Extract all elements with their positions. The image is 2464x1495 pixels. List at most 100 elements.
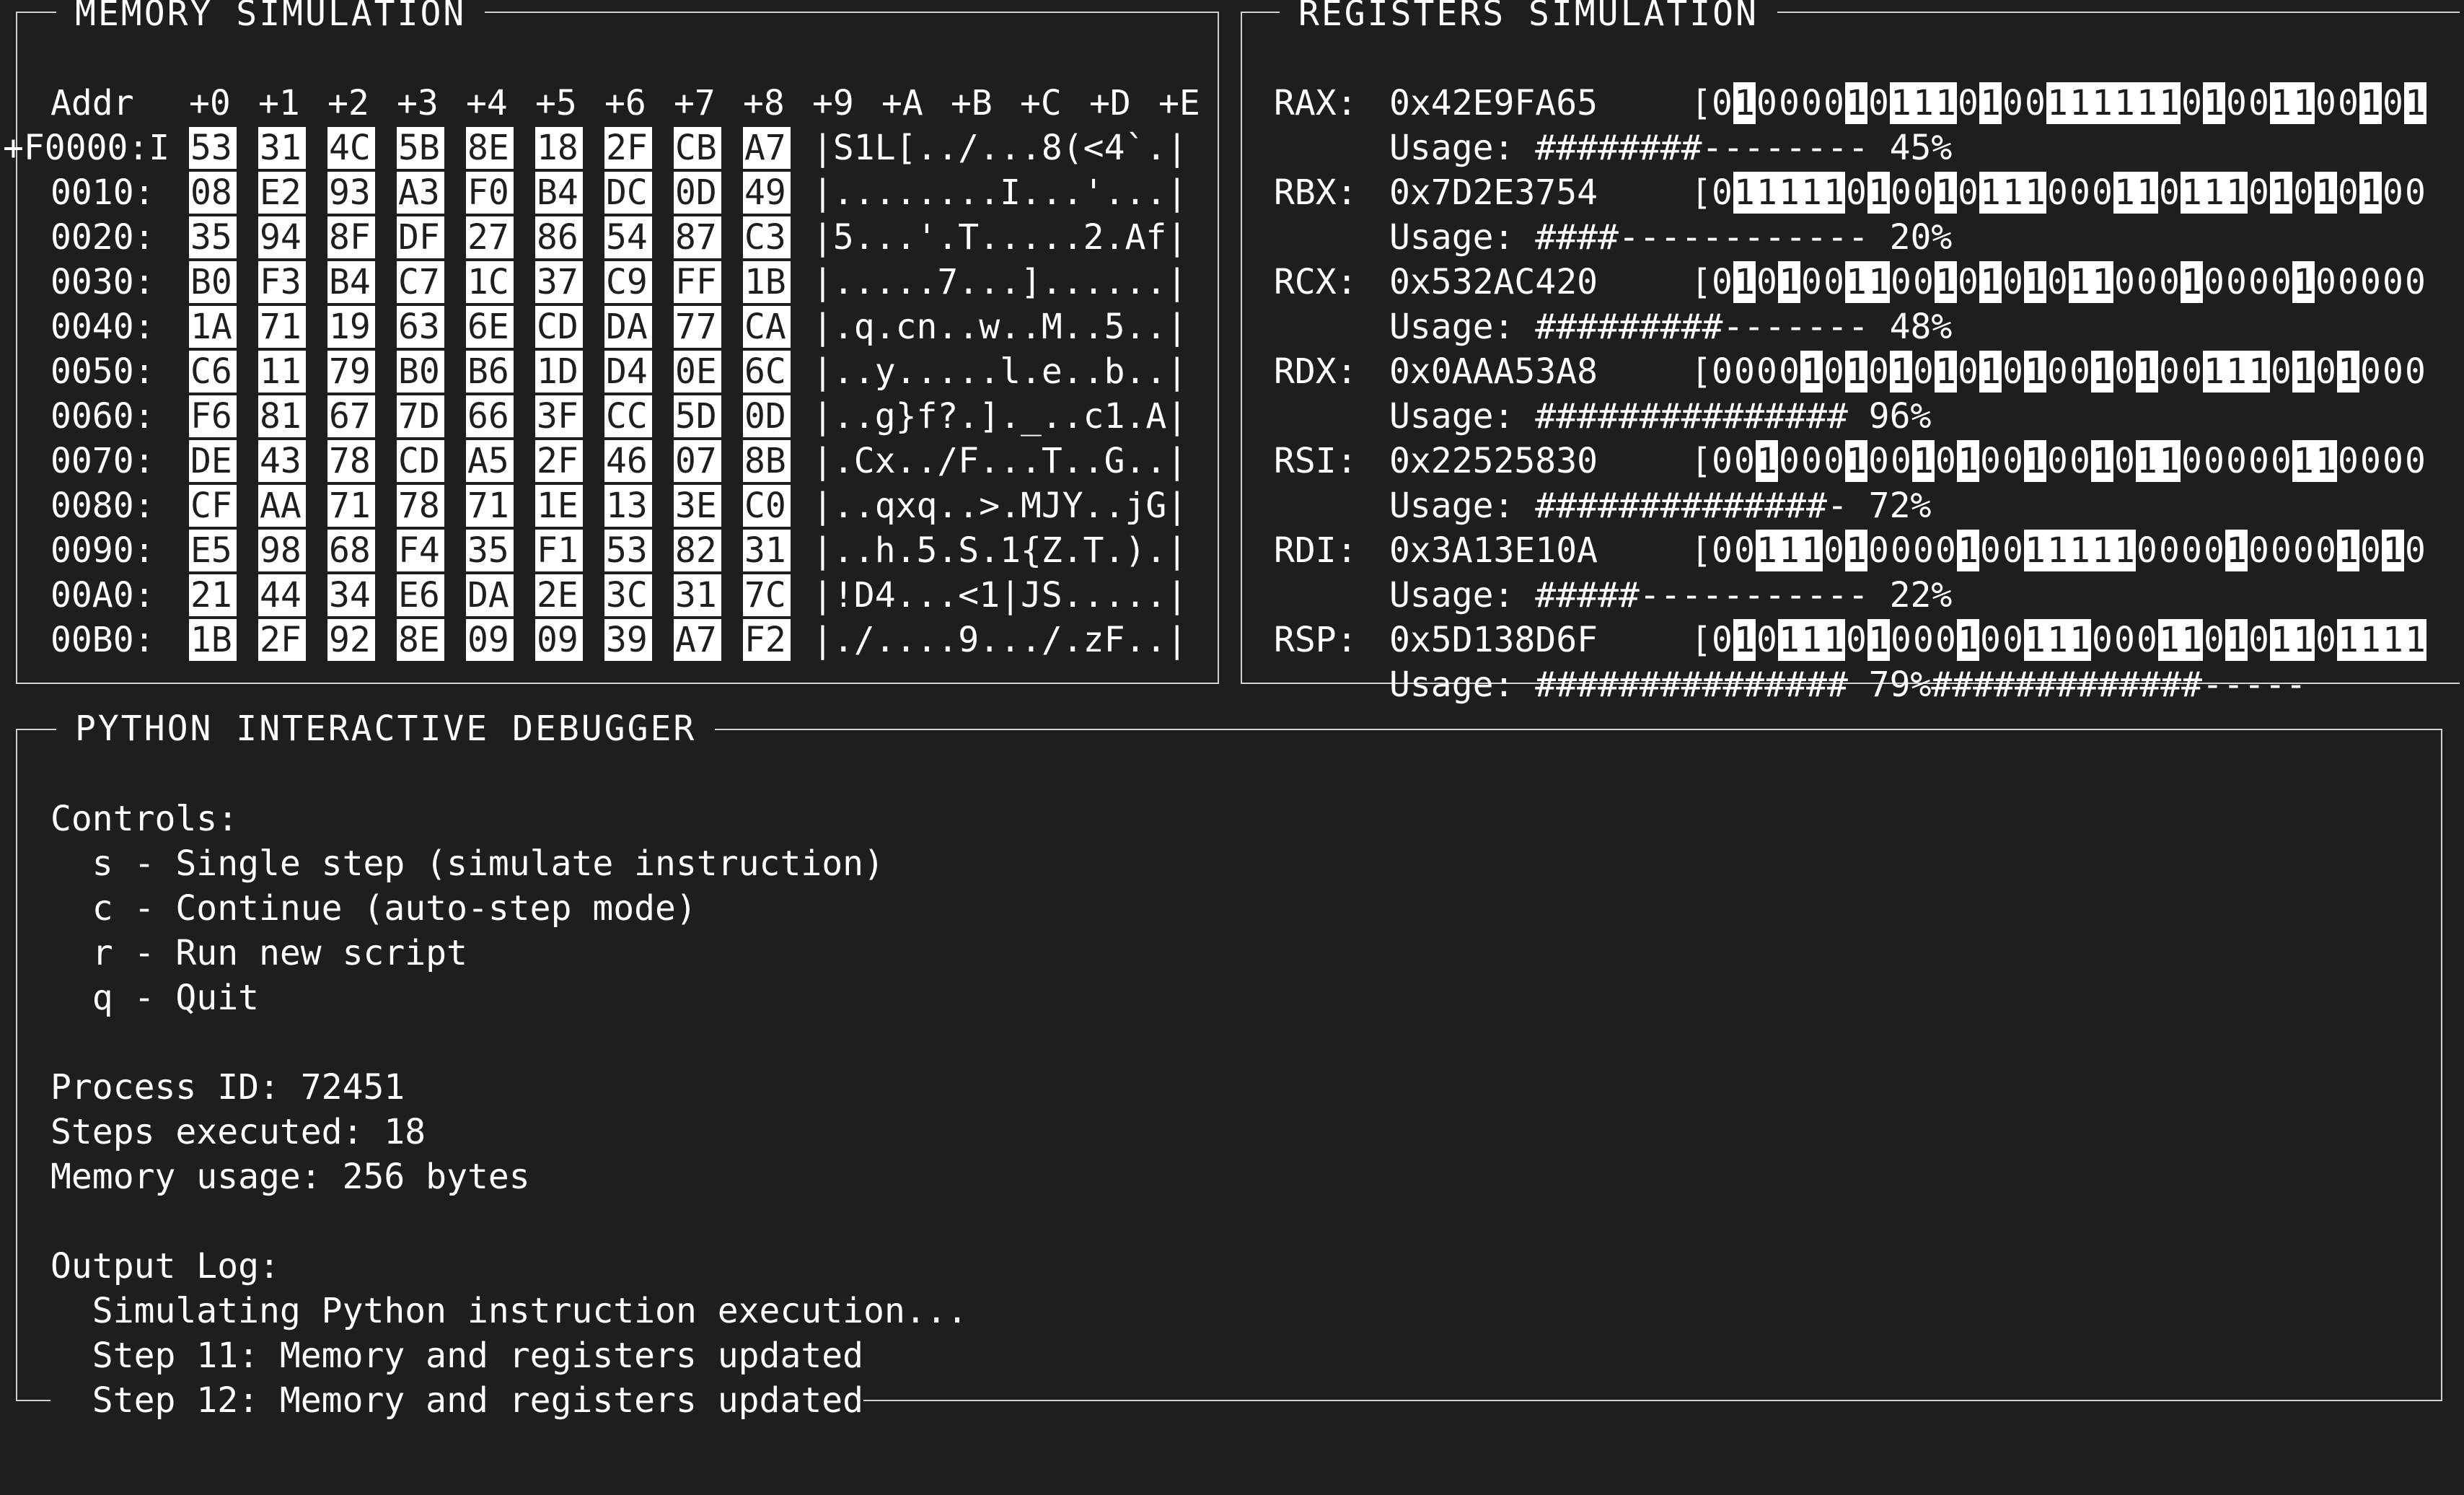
memory-byte-cell[interactable]: 0E xyxy=(674,351,721,393)
memory-byte-cell[interactable]: 92 xyxy=(327,619,375,661)
memory-byte-cell[interactable]: 53 xyxy=(189,127,237,169)
memory-byte-cell[interactable]: 0D xyxy=(743,395,791,437)
memory-byte-cell[interactable]: C7 xyxy=(397,261,444,303)
memory-byte-cell[interactable]: 8E xyxy=(466,127,514,169)
memory-byte-cell[interactable]: AA xyxy=(258,485,306,527)
memory-byte-cell[interactable]: 94 xyxy=(258,216,306,258)
memory-byte-cell[interactable]: E6 xyxy=(397,574,444,616)
memory-byte-cell[interactable]: 8F xyxy=(327,216,375,258)
memory-byte-cell[interactable]: 3F xyxy=(535,395,583,437)
memory-byte-cell[interactable]: A5 xyxy=(466,440,514,482)
memory-byte-cell[interactable]: C3 xyxy=(743,216,791,258)
memory-byte-cell[interactable]: 21 xyxy=(189,574,237,616)
memory-byte-cell[interactable]: A7 xyxy=(743,127,791,169)
memory-byte-cell[interactable]: 2E xyxy=(535,574,583,616)
memory-byte-cell[interactable]: 35 xyxy=(189,216,237,258)
memory-byte-cell[interactable]: 46 xyxy=(604,440,652,482)
memory-byte-cell[interactable]: 8E xyxy=(397,619,444,661)
memory-byte-cell[interactable]: E5 xyxy=(189,530,237,571)
memory-byte-cell[interactable]: 08 xyxy=(189,172,237,214)
memory-byte-cell[interactable]: 1B xyxy=(743,261,791,303)
memory-byte-cell[interactable]: 34 xyxy=(327,574,375,616)
memory-byte-cell[interactable]: F6 xyxy=(189,395,237,437)
memory-byte-cell[interactable]: 5D xyxy=(674,395,721,437)
memory-byte-cell[interactable]: DA xyxy=(604,306,652,348)
memory-byte-cell[interactable]: CF xyxy=(189,485,237,527)
memory-byte-cell[interactable]: 54 xyxy=(604,216,652,258)
memory-byte-cell[interactable]: 53 xyxy=(604,530,652,571)
memory-byte-cell[interactable]: 3C xyxy=(604,574,652,616)
memory-byte-cell[interactable]: D4 xyxy=(604,351,652,393)
memory-byte-cell[interactable]: 44 xyxy=(258,574,306,616)
memory-byte-cell[interactable]: 67 xyxy=(327,395,375,437)
memory-byte-cell[interactable]: 78 xyxy=(397,485,444,527)
memory-byte-cell[interactable]: 86 xyxy=(535,216,583,258)
memory-byte-cell[interactable]: 2F xyxy=(258,619,306,661)
memory-byte-cell[interactable]: DF xyxy=(397,216,444,258)
memory-byte-cell[interactable]: 43 xyxy=(258,440,306,482)
memory-byte-cell[interactable]: FF xyxy=(674,261,721,303)
memory-byte-cell[interactable]: 71 xyxy=(258,306,306,348)
memory-byte-cell[interactable]: 1E xyxy=(535,485,583,527)
memory-byte-cell[interactable]: 98 xyxy=(258,530,306,571)
memory-byte-cell[interactable]: 1D xyxy=(535,351,583,393)
memory-byte-cell[interactable]: 31 xyxy=(674,574,721,616)
memory-byte-cell[interactable]: 11 xyxy=(258,351,306,393)
memory-byte-cell[interactable]: 09 xyxy=(466,619,514,661)
memory-byte-cell[interactable]: 78 xyxy=(327,440,375,482)
memory-byte-cell[interactable]: B4 xyxy=(327,261,375,303)
memory-byte-cell[interactable]: 1A xyxy=(189,306,237,348)
memory-byte-cell[interactable]: 6E xyxy=(466,306,514,348)
memory-byte-cell[interactable]: 49 xyxy=(743,172,791,214)
memory-byte-cell[interactable]: F4 xyxy=(397,530,444,571)
memory-byte-cell[interactable]: 7D xyxy=(397,395,444,437)
memory-byte-cell[interactable]: 31 xyxy=(743,530,791,571)
memory-byte-cell[interactable]: E2 xyxy=(258,172,306,214)
memory-byte-cell[interactable]: 39 xyxy=(604,619,652,661)
memory-byte-cell[interactable]: 27 xyxy=(466,216,514,258)
memory-byte-cell[interactable]: 6C xyxy=(743,351,791,393)
memory-byte-cell[interactable]: 71 xyxy=(327,485,375,527)
memory-byte-cell[interactable]: 2F xyxy=(535,440,583,482)
memory-byte-cell[interactable]: 1C xyxy=(466,261,514,303)
memory-byte-cell[interactable]: 2F xyxy=(604,127,652,169)
memory-byte-cell[interactable]: 82 xyxy=(674,530,721,571)
memory-byte-cell[interactable]: 13 xyxy=(604,485,652,527)
memory-byte-cell[interactable]: DE xyxy=(189,440,237,482)
memory-byte-cell[interactable]: B4 xyxy=(535,172,583,214)
memory-byte-cell[interactable]: F3 xyxy=(258,261,306,303)
memory-byte-cell[interactable]: 18 xyxy=(535,127,583,169)
memory-byte-cell[interactable]: B0 xyxy=(189,261,237,303)
memory-byte-cell[interactable]: CC xyxy=(604,395,652,437)
memory-byte-cell[interactable]: C6 xyxy=(189,351,237,393)
memory-byte-cell[interactable]: CD xyxy=(535,306,583,348)
memory-byte-cell[interactable]: A3 xyxy=(397,172,444,214)
memory-byte-cell[interactable]: A7 xyxy=(674,619,721,661)
memory-byte-cell[interactable]: 07 xyxy=(674,440,721,482)
memory-byte-cell[interactable]: 81 xyxy=(258,395,306,437)
memory-byte-cell[interactable]: 68 xyxy=(327,530,375,571)
memory-byte-cell[interactable]: 4C xyxy=(327,127,375,169)
memory-byte-cell[interactable]: 3E xyxy=(674,485,721,527)
memory-byte-cell[interactable]: DA xyxy=(466,574,514,616)
memory-byte-cell[interactable]: 37 xyxy=(535,261,583,303)
memory-byte-cell[interactable]: 71 xyxy=(466,485,514,527)
memory-byte-cell[interactable]: C9 xyxy=(604,261,652,303)
memory-byte-cell[interactable]: 87 xyxy=(674,216,721,258)
memory-byte-cell[interactable]: C0 xyxy=(743,485,791,527)
memory-byte-cell[interactable]: 19 xyxy=(327,306,375,348)
memory-byte-cell[interactable]: 35 xyxy=(466,530,514,571)
memory-byte-cell[interactable]: 77 xyxy=(674,306,721,348)
memory-byte-cell[interactable]: 8B xyxy=(743,440,791,482)
memory-byte-cell[interactable]: DC xyxy=(604,172,652,214)
memory-byte-cell[interactable]: 63 xyxy=(397,306,444,348)
memory-byte-cell[interactable]: 09 xyxy=(535,619,583,661)
memory-byte-cell[interactable]: 31 xyxy=(258,127,306,169)
memory-byte-cell[interactable]: CA xyxy=(743,306,791,348)
memory-byte-cell[interactable]: 5B xyxy=(397,127,444,169)
memory-byte-cell[interactable]: 1B xyxy=(189,619,237,661)
memory-byte-cell[interactable]: 0D xyxy=(674,172,721,214)
memory-byte-cell[interactable]: CB xyxy=(674,127,721,169)
memory-byte-cell[interactable]: F0 xyxy=(466,172,514,214)
memory-byte-cell[interactable]: B0 xyxy=(397,351,444,393)
